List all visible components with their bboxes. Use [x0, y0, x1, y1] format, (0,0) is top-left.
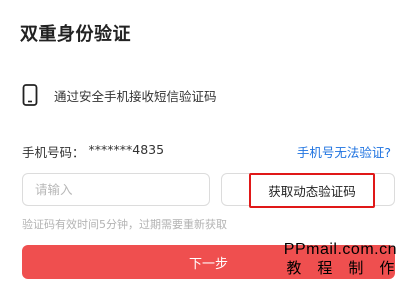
- page-title: 双重身份验证: [20, 24, 131, 45]
- watermark-line1: PPmail.com.cn: [283, 241, 397, 258]
- verification-method: 通过安全手机接收短信验证码: [22, 84, 217, 106]
- two-factor-panel: 双重身份验证 通过安全手机接收短信验证码 手机号码： *******4835 手…: [0, 0, 417, 286]
- phone-info: 手机号码： *******4835: [22, 142, 164, 161]
- code-validity-hint: 验证码有效时间5分钟，过期需要重新获取: [22, 218, 227, 231]
- phone-unverifiable-link[interactable]: 手机号无法验证?: [297, 142, 391, 161]
- phone-number: *******4835: [88, 141, 165, 157]
- verification-code-input[interactable]: [22, 173, 210, 206]
- mobile-phone-icon: [22, 84, 38, 106]
- phone-label: 手机号码：: [22, 144, 85, 160]
- watermark: PPmail.com.cn 教程制作: [284, 242, 397, 276]
- get-code-button[interactable]: 获取动态验证码: [249, 173, 375, 208]
- phone-row: 手机号码： *******4835 手机号无法验证?: [22, 141, 391, 161]
- watermark-line2: 教程制作: [286, 259, 411, 277]
- method-text: 通过安全手机接收短信验证码: [54, 88, 217, 104]
